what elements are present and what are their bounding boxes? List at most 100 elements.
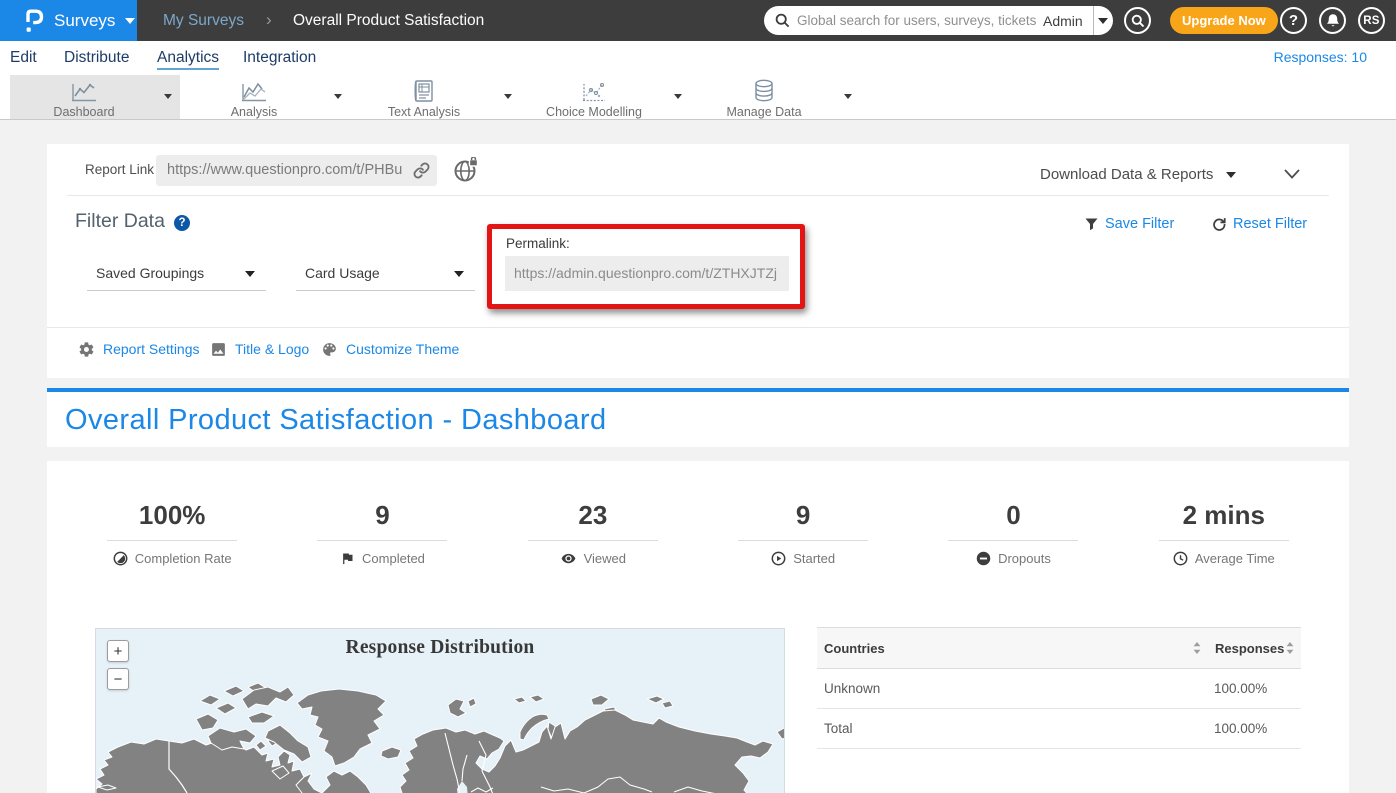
help-button[interactable]: ? bbox=[1280, 7, 1307, 34]
tab-analytics[interactable]: Analytics bbox=[157, 44, 219, 70]
breadcrumb-parent[interactable]: My Surveys bbox=[163, 0, 244, 41]
search-scope-caret-icon[interactable] bbox=[1094, 6, 1113, 35]
stat-value: 9 bbox=[277, 495, 487, 535]
tool-manage-data[interactable]: Manage Data bbox=[690, 75, 860, 119]
choice-modelling-icon bbox=[520, 78, 668, 104]
responses-cell: 100.00% bbox=[1214, 669, 1267, 709]
tool-choice-modelling[interactable]: Choice Modelling bbox=[520, 75, 690, 119]
sort-countries-icon[interactable] bbox=[1193, 642, 1201, 654]
stat-label: Completed bbox=[362, 551, 425, 566]
minus-circle-icon bbox=[976, 551, 991, 566]
analytics-toolbar: Dashboard Analysis Text Analysis Choice … bbox=[0, 75, 1396, 120]
saved-groupings-caret-icon bbox=[245, 271, 255, 277]
map-zoom-controls: + − bbox=[107, 640, 129, 696]
search-icon bbox=[775, 13, 790, 28]
stat-value: 100% bbox=[67, 495, 277, 535]
avatar[interactable]: RS bbox=[1358, 7, 1385, 34]
help-icon: ? bbox=[1289, 12, 1298, 29]
saved-groupings-select[interactable]: Saved Groupings bbox=[87, 260, 266, 291]
table-row-total: Total 100.00% bbox=[817, 709, 1301, 749]
tool-text-analysis-caret-icon[interactable] bbox=[504, 94, 512, 99]
responses-count[interactable]: Responses: 10 bbox=[1274, 41, 1367, 74]
tool-dashboard-label: Dashboard bbox=[10, 105, 158, 119]
notifications-button[interactable] bbox=[1319, 7, 1346, 34]
permalink-annotation-box: Permalink: https://admin.questionpro.com… bbox=[487, 224, 805, 309]
customize-theme-label: Customize Theme bbox=[346, 341, 459, 357]
stat-value: 9 bbox=[698, 495, 908, 535]
stat-viewed: 23 Viewed bbox=[488, 495, 698, 566]
stat-started: 9 Started bbox=[698, 495, 908, 566]
search-input[interactable] bbox=[797, 13, 1043, 28]
stat-completion-rate: 100% Completion Rate bbox=[67, 495, 277, 566]
zoom-out-button[interactable]: − bbox=[107, 668, 129, 690]
download-data-reports-menu[interactable]: Download Data & Reports bbox=[1040, 148, 1236, 201]
globe-privacy-icon[interactable] bbox=[453, 157, 479, 189]
response-distribution-map[interactable]: Response Distribution + − bbox=[95, 628, 785, 793]
reset-icon bbox=[1212, 217, 1226, 231]
product-menu-caret-icon bbox=[125, 18, 135, 24]
tool-dashboard-caret-icon[interactable] bbox=[164, 94, 172, 99]
tab-distribute[interactable]: Distribute bbox=[64, 44, 129, 70]
link-icon[interactable] bbox=[413, 162, 430, 179]
stat-dropouts: 0 Dropouts bbox=[908, 495, 1118, 566]
divider bbox=[67, 195, 1329, 196]
tool-choice-modelling-caret-icon[interactable] bbox=[674, 94, 682, 99]
bell-icon bbox=[1326, 13, 1340, 28]
customize-theme-link[interactable]: Customize Theme bbox=[321, 339, 459, 359]
responses-cell: 100.00% bbox=[1214, 709, 1267, 749]
permalink-field[interactable]: https://admin.questionpro.com/t/ZTHXJTZj bbox=[505, 256, 789, 291]
filter-data-title: Filter Data bbox=[75, 210, 165, 233]
title-logo-link[interactable]: Title & Logo bbox=[210, 339, 309, 359]
save-filter-label: Save Filter bbox=[1105, 216, 1174, 232]
download-data-reports-label: Download Data & Reports bbox=[1040, 166, 1213, 183]
tool-analysis-caret-icon[interactable] bbox=[334, 94, 342, 99]
divider bbox=[107, 540, 237, 541]
breadcrumb-separator-icon: › bbox=[266, 0, 272, 39]
tool-dashboard[interactable]: Dashboard bbox=[10, 75, 180, 119]
stat-label: Average Time bbox=[1195, 551, 1275, 566]
zoom-in-button[interactable]: + bbox=[107, 640, 129, 662]
breadcrumb-current: Overall Product Satisfaction bbox=[293, 0, 484, 41]
stat-label: Dropouts bbox=[998, 551, 1051, 566]
avatar-initials: RS bbox=[1363, 15, 1380, 27]
palette-icon bbox=[321, 341, 338, 358]
stat-value: 23 bbox=[488, 495, 698, 535]
card-usage-select[interactable]: Card Usage bbox=[296, 260, 475, 291]
report-link-field[interactable]: https://www.questionpro.com/t/PHBu bbox=[156, 155, 437, 186]
divider bbox=[1159, 540, 1289, 541]
upgrade-button[interactable]: Upgrade Now bbox=[1170, 7, 1278, 34]
filter-help-icon[interactable]: ? bbox=[174, 215, 190, 231]
download-caret-icon bbox=[1226, 172, 1236, 178]
report-link-url[interactable]: https://www.questionpro.com/t/PHBu bbox=[156, 155, 406, 186]
report-settings-link[interactable]: Report Settings bbox=[78, 339, 200, 359]
gear-icon bbox=[78, 341, 95, 358]
tool-text-analysis[interactable]: Text Analysis bbox=[350, 75, 520, 119]
search-submit-icon bbox=[1131, 14, 1145, 28]
divider bbox=[528, 540, 658, 541]
search-submit-button[interactable] bbox=[1124, 7, 1151, 34]
stat-value: 2 mins bbox=[1119, 495, 1329, 535]
stats-row: 100% Completion Rate 9 Completed 23 bbox=[67, 495, 1329, 566]
product-menu-label: Surveys bbox=[54, 11, 115, 31]
collapse-chevron-icon[interactable] bbox=[1283, 168, 1301, 180]
country-cell: Total bbox=[824, 709, 853, 749]
product-menu[interactable]: Surveys bbox=[0, 0, 137, 41]
map-title: Response Distribution bbox=[96, 637, 784, 659]
tool-analysis[interactable]: Analysis bbox=[180, 75, 350, 119]
contrast-icon bbox=[113, 551, 128, 566]
sort-responses-icon[interactable] bbox=[1286, 642, 1294, 654]
tab-edit[interactable]: Edit bbox=[10, 44, 37, 70]
reset-filter-button[interactable]: Reset Filter bbox=[1212, 216, 1307, 232]
countries-table: Countries Responses Unknown 100.00% Tota… bbox=[817, 627, 1301, 749]
countries-column-header[interactable]: Countries bbox=[824, 628, 885, 670]
stat-label: Viewed bbox=[584, 551, 626, 566]
text-analysis-icon bbox=[350, 78, 498, 104]
search-scope[interactable]: Admin bbox=[1043, 13, 1093, 29]
tool-manage-data-caret-icon[interactable] bbox=[844, 94, 852, 99]
responses-column-header[interactable]: Responses bbox=[1215, 628, 1284, 670]
countries-table-header: Countries Responses bbox=[817, 627, 1301, 669]
questionpro-app: Surveys My Surveys › Overall Product Sat… bbox=[0, 0, 1396, 793]
save-filter-button[interactable]: Save Filter bbox=[1085, 216, 1174, 232]
play-circle-icon bbox=[771, 551, 786, 566]
tab-integration[interactable]: Integration bbox=[243, 44, 316, 70]
